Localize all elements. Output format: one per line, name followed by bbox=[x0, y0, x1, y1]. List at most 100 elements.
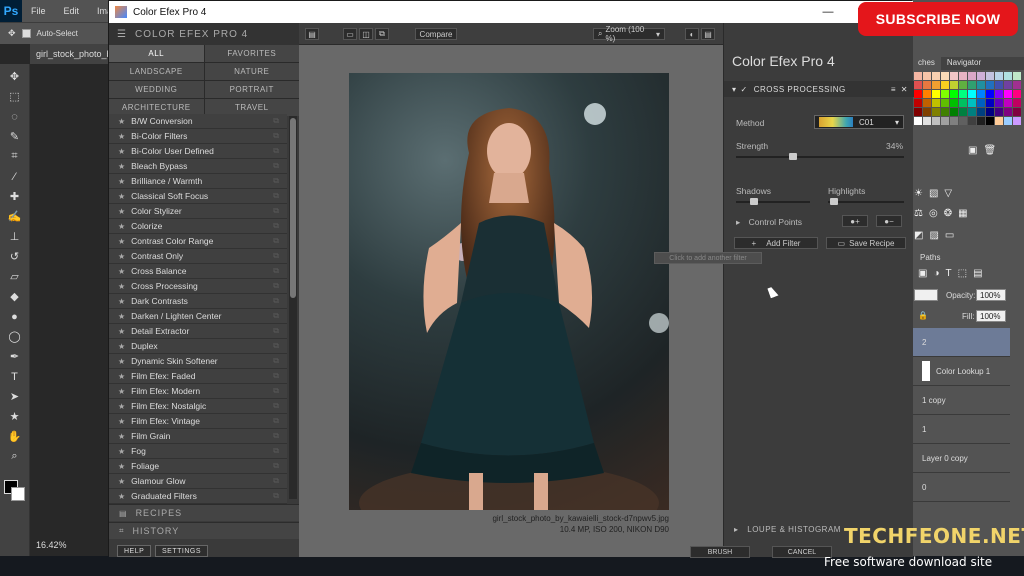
color-swatch[interactable] bbox=[932, 81, 940, 89]
color-swatch[interactable] bbox=[914, 81, 922, 89]
auto-select-checkbox[interactable] bbox=[21, 29, 31, 38]
color-swatch[interactable] bbox=[1013, 108, 1021, 116]
filter-item[interactable]: ★ Detail Extractor ⧉ bbox=[109, 324, 287, 339]
strength-slider[interactable] bbox=[736, 153, 904, 160]
highlights-slider[interactable] bbox=[828, 198, 904, 205]
filter-menu-icon[interactable]: ≡ bbox=[891, 85, 896, 94]
eraser-icon[interactable]: ▱ bbox=[4, 268, 26, 285]
stamp-icon[interactable]: ⊥ bbox=[4, 228, 26, 245]
blend-mode-select[interactable] bbox=[914, 289, 938, 301]
color-swatch[interactable] bbox=[995, 90, 1003, 98]
filter-item[interactable]: ★ Graduated Filters ⧉ bbox=[109, 489, 287, 504]
hand-icon[interactable]: ✋ bbox=[4, 428, 26, 445]
favorite-star-icon[interactable]: ★ bbox=[118, 207, 125, 216]
color-swatch[interactable] bbox=[959, 117, 967, 125]
toggle-controls-icon[interactable]: ▤ bbox=[701, 28, 715, 40]
grid-icon[interactable]: ▦ bbox=[958, 208, 967, 219]
history-section[interactable]: ⌗ HISTORY bbox=[109, 522, 299, 539]
color-swatch[interactable] bbox=[923, 72, 931, 80]
color-swatch[interactable] bbox=[914, 99, 922, 107]
filter-preset-icon[interactable]: ⧉ bbox=[273, 491, 279, 501]
favorite-star-icon[interactable]: ★ bbox=[118, 462, 125, 471]
color-swatch[interactable] bbox=[959, 81, 967, 89]
settings-button[interactable]: SETTINGS bbox=[155, 545, 209, 557]
active-filter-header[interactable]: ▾ ✓ CROSS PROCESSING ≡ ✕ bbox=[724, 81, 914, 97]
color-swatch[interactable] bbox=[950, 99, 958, 107]
color-swatch[interactable] bbox=[968, 99, 976, 107]
color-swatch[interactable] bbox=[923, 81, 931, 89]
filter-item[interactable]: ★ Fog ⧉ bbox=[109, 444, 287, 459]
filter-preset-icon[interactable]: ⧉ bbox=[273, 116, 279, 126]
zoom-icon[interactable]: ⌕ bbox=[4, 448, 26, 465]
filter-item[interactable]: ★ Duplex ⧉ bbox=[109, 339, 287, 354]
filter-preset-icon[interactable]: ⧉ bbox=[273, 281, 279, 291]
color-swatch[interactable] bbox=[959, 108, 967, 116]
color-swatch[interactable] bbox=[986, 81, 994, 89]
color-swatch[interactable] bbox=[923, 90, 931, 98]
favorite-star-icon[interactable]: ★ bbox=[118, 237, 125, 246]
remove-filter-icon[interactable]: ✕ bbox=[901, 85, 908, 94]
color-swatch[interactable] bbox=[968, 117, 976, 125]
color-swatch[interactable] bbox=[923, 117, 931, 125]
category-landscape[interactable]: LANDSCAPE bbox=[109, 63, 204, 80]
filter-preset-icon[interactable]: ⧉ bbox=[273, 401, 279, 411]
preview-photo[interactable] bbox=[349, 73, 669, 510]
favorite-star-icon[interactable]: ★ bbox=[118, 492, 125, 501]
background-color[interactable] bbox=[11, 487, 25, 501]
filter-preset-icon[interactable]: ⧉ bbox=[273, 251, 279, 261]
filter-preset-icon[interactable]: ⧉ bbox=[273, 371, 279, 381]
invert-icon[interactable]: ◩ bbox=[914, 230, 923, 241]
filter-preset-icon[interactable]: ⧉ bbox=[273, 416, 279, 426]
favorite-star-icon[interactable]: ★ bbox=[118, 177, 125, 186]
color-swatch[interactable] bbox=[977, 99, 985, 107]
eyedropper-icon[interactable]: ⁄ bbox=[4, 168, 26, 185]
add-filter-button[interactable]: + Add Filter bbox=[734, 237, 818, 249]
layer-row[interactable]: Layer 0 copy bbox=[912, 444, 1010, 473]
category-wedding[interactable]: WEDDING bbox=[109, 81, 204, 98]
type-filter-icon[interactable]: T bbox=[946, 268, 952, 279]
single-view-icon[interactable]: ▭ bbox=[343, 28, 357, 40]
color-swatch[interactable] bbox=[914, 108, 922, 116]
zoom-select[interactable]: ⌕ Zoom (100 %) ▾ bbox=[593, 25, 665, 43]
color-swatch[interactable] bbox=[914, 72, 922, 80]
filter-item[interactable]: ★ Foliage ⧉ bbox=[109, 459, 287, 474]
filter-preset-icon[interactable]: ⧉ bbox=[273, 266, 279, 276]
type-icon[interactable]: T bbox=[4, 368, 26, 385]
favorite-star-icon[interactable]: ★ bbox=[118, 312, 125, 321]
layer-row[interactable]: Color Lookup 1 bbox=[912, 357, 1010, 386]
favorite-star-icon[interactable]: ★ bbox=[118, 132, 125, 141]
move-tool-icon[interactable]: ✥ bbox=[8, 28, 16, 39]
tab-swatches[interactable]: ches bbox=[912, 57, 941, 70]
color-swatch[interactable] bbox=[995, 81, 1003, 89]
cancel-button[interactable]: CANCEL bbox=[772, 546, 832, 558]
favorite-star-icon[interactable]: ★ bbox=[118, 147, 125, 156]
filter-item[interactable]: ★ Film Efex: Nostalgic ⧉ bbox=[109, 399, 287, 414]
collapse-icon[interactable]: ▾ bbox=[732, 85, 737, 94]
triangle-icon[interactable]: ▽ bbox=[944, 188, 952, 199]
category-nature[interactable]: NATURE bbox=[204, 63, 299, 80]
filter-preset-icon[interactable]: ⧉ bbox=[273, 461, 279, 471]
tab-navigator[interactable]: Navigator bbox=[941, 57, 987, 70]
loupe-histogram-section[interactable]: ▸ LOUPE & HISTOGRAM bbox=[734, 525, 841, 534]
quick-select-icon[interactable]: ✎ bbox=[4, 128, 26, 145]
menu-icon[interactable]: ☰ bbox=[117, 29, 127, 40]
filter-preset-icon[interactable]: ⧉ bbox=[273, 236, 279, 246]
category-favorites[interactable]: FAVORITES bbox=[204, 45, 299, 62]
filter-item[interactable]: ★ Film Efex: Modern ⧉ bbox=[109, 384, 287, 399]
move-icon[interactable]: ✥ bbox=[4, 68, 26, 85]
color-swatch[interactable] bbox=[995, 99, 1003, 107]
mixer-icon[interactable]: ❂ bbox=[944, 208, 952, 219]
filter-preset-icon[interactable]: ⧉ bbox=[273, 311, 279, 321]
color-swatch[interactable] bbox=[959, 90, 967, 98]
strength-slider-knob[interactable] bbox=[789, 153, 798, 160]
color-swatch[interactable] bbox=[986, 99, 994, 107]
color-swatch[interactable] bbox=[995, 72, 1003, 80]
smart-filter-icon[interactable]: ▤ bbox=[973, 268, 982, 279]
favorite-star-icon[interactable]: ★ bbox=[118, 192, 125, 201]
help-button[interactable]: HELP bbox=[117, 545, 152, 557]
color-swatch[interactable] bbox=[950, 81, 958, 89]
preview-area[interactable]: girl_stock_photo_by_kawaielli_stock-d7np… bbox=[299, 45, 723, 557]
favorite-star-icon[interactable]: ★ bbox=[118, 387, 125, 396]
color-swatch[interactable] bbox=[941, 72, 949, 80]
filter-item[interactable]: ★ Bleach Bypass ⧉ bbox=[109, 159, 287, 174]
